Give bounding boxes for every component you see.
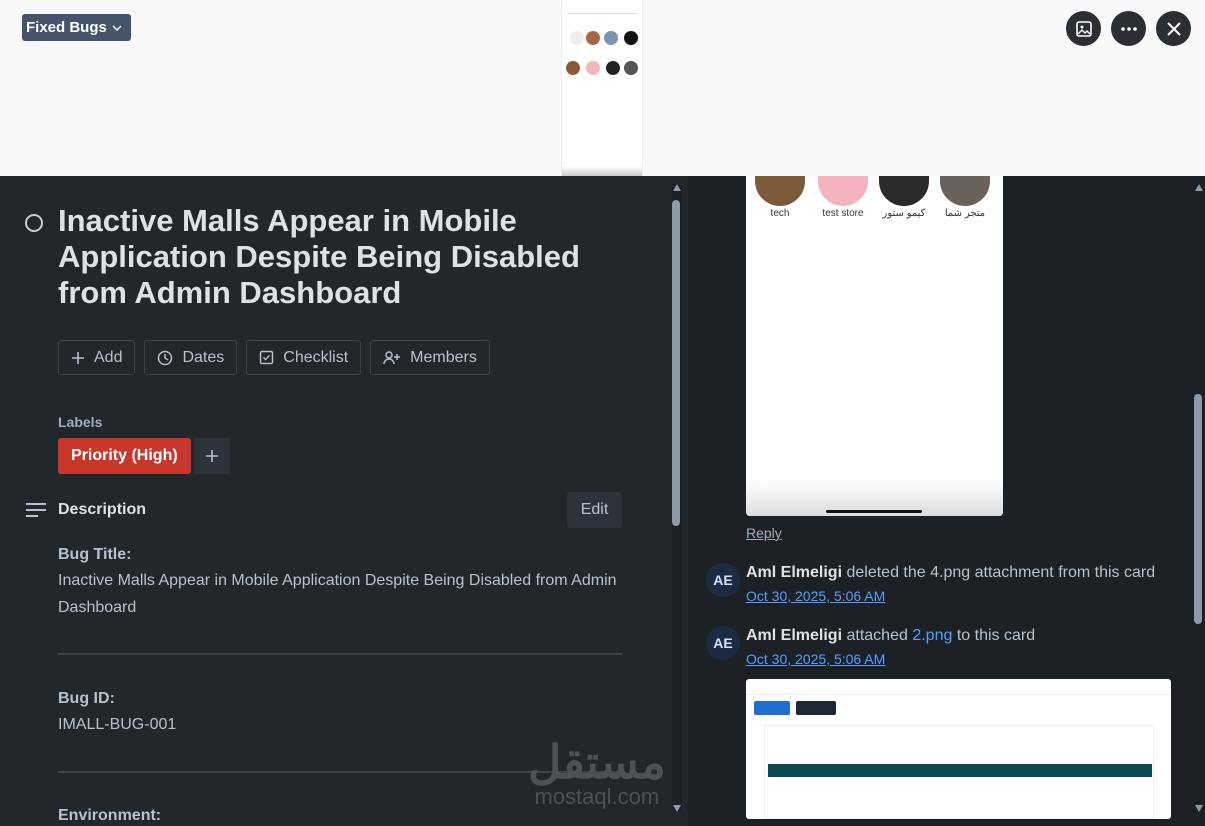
store-avatar — [940, 176, 990, 206]
add-label: Add — [94, 348, 123, 366]
watermark-arabic: مستقل — [528, 736, 666, 788]
scroll-down-arrow[interactable] — [1195, 805, 1203, 812]
store-avatar — [755, 176, 805, 206]
attachment-preview[interactable] — [746, 679, 1171, 819]
bug-id-label: Bug ID: — [58, 690, 115, 707]
watermark: مستقل mostaql.com — [528, 739, 666, 809]
environment-label: Environment: — [58, 807, 162, 824]
more-icon — [1120, 26, 1137, 31]
activity-panel: tech test store كيمو ستور متجر شما Reply… — [688, 176, 1205, 826]
activity-timestamp[interactable]: Oct 30, 2025, 5:06 AM — [746, 651, 885, 667]
activity-description: to this card — [956, 627, 1036, 644]
thumbnail-store-avatar — [586, 61, 600, 75]
thumbnail-header — [567, 4, 637, 14]
members-label: Members — [410, 348, 477, 366]
chevron-down-icon — [112, 24, 122, 31]
description-divider — [58, 653, 622, 655]
description-heading: Description — [58, 501, 147, 518]
avatar[interactable]: AE — [706, 563, 740, 597]
store-name: tech — [770, 208, 790, 219]
thumbnail-store-avatar — [604, 31, 618, 45]
list-badge[interactable]: Fixed Bugs — [22, 14, 131, 41]
thumbnail-store-avatar — [586, 31, 600, 45]
bug-title-label: Bug Title: — [58, 546, 132, 563]
card-actions: Add Dates Checklist Members — [58, 340, 490, 375]
avatar[interactable]: AE — [706, 626, 740, 660]
thumbnail-store-avatar — [624, 31, 638, 45]
scroll-down-arrow[interactable] — [673, 805, 681, 812]
more-actions-button[interactable] — [1111, 11, 1146, 46]
bug-title-value: Inactive Malls Appear in Mobile Applicat… — [58, 572, 617, 616]
thumbnail-store-avatar — [624, 61, 638, 75]
attachment-link[interactable]: 2.png — [912, 627, 952, 644]
card-cover: Fixed Bugs — [0, 0, 1205, 176]
plus-icon — [72, 351, 84, 364]
labels-heading: Labels — [58, 414, 103, 430]
phone-footer — [746, 480, 1003, 516]
phone-home-indicator — [826, 510, 922, 513]
thumbnail-store-avatar — [570, 31, 584, 45]
preview-button — [754, 701, 790, 715]
plus-icon — [206, 450, 218, 462]
watermark-latin: mostaql.com — [534, 784, 660, 809]
activity-user[interactable]: Aml Elmeligi — [746, 564, 842, 581]
details-scrollbar[interactable] — [672, 184, 682, 812]
store-item: كيمو ستور — [878, 176, 930, 219]
attachment-preview[interactable]: tech test store كيمو ستور متجر شما — [746, 176, 1003, 516]
dates-button[interactable]: Dates — [144, 340, 238, 375]
clock-icon — [158, 350, 173, 365]
add-label-button[interactable] — [194, 438, 230, 474]
store-avatar — [818, 176, 868, 206]
reply-link[interactable]: Reply — [746, 525, 782, 541]
cover-image-thumbnail[interactable] — [561, 0, 643, 176]
store-item: tech — [754, 176, 806, 219]
card-details-panel: Inactive Malls Appear in Mobile Applicat… — [0, 176, 688, 826]
image-icon — [1075, 20, 1092, 37]
scroll-thumb[interactable] — [1194, 394, 1202, 624]
preview-topbar — [746, 679, 1171, 695]
close-button[interactable] — [1156, 11, 1191, 46]
priority-label[interactable]: Priority (High) — [58, 438, 191, 474]
list-badge-label: Fixed Bugs — [26, 19, 107, 36]
activity-text: Aml Elmeligi attached 2.png to this card — [746, 627, 1035, 645]
activity-user[interactable]: Aml Elmeligi — [746, 627, 842, 644]
scroll-up-arrow[interactable] — [673, 184, 681, 191]
complete-toggle[interactable] — [25, 214, 43, 232]
store-name: test store — [822, 208, 864, 219]
scroll-up-arrow[interactable] — [1195, 184, 1203, 191]
add-member-icon — [383, 350, 401, 364]
scroll-thumb[interactable] — [672, 200, 680, 526]
preview-button — [796, 701, 836, 715]
checklist-button[interactable]: Checklist — [246, 340, 362, 375]
checklist-icon — [260, 350, 274, 365]
close-icon — [1166, 21, 1181, 36]
checklist-label: Checklist — [283, 348, 349, 366]
description-icon — [26, 503, 46, 517]
cover-image-button[interactable] — [1066, 11, 1101, 46]
edit-description-button[interactable]: Edit — [567, 492, 622, 528]
thumbnail-store-avatar — [606, 61, 620, 75]
thumbnail-store-avatar — [566, 61, 580, 75]
dates-label: Dates — [182, 348, 225, 366]
activity-description: deleted the 4.png attachment from this c… — [846, 564, 1156, 581]
preview-selected-row — [768, 764, 1152, 777]
activity-timestamp[interactable]: Oct 30, 2025, 5:06 AM — [746, 588, 885, 604]
add-button[interactable]: Add — [58, 340, 136, 375]
thumbnail-footer — [562, 166, 642, 176]
activity-scrollbar[interactable] — [1194, 184, 1204, 812]
store-item: test store — [817, 176, 869, 219]
store-avatar — [879, 176, 929, 206]
activity-description: attached — [846, 627, 908, 644]
activity-text: Aml Elmeligi deleted the 4.png attachmen… — [746, 564, 1155, 582]
store-name: متجر شما — [944, 208, 986, 219]
members-button[interactable]: Members — [370, 340, 490, 375]
card-title[interactable]: Inactive Malls Appear in Mobile Applicat… — [58, 203, 618, 311]
bug-id-value: IMALL-BUG-001 — [58, 716, 177, 733]
store-name: كيمو ستور — [882, 208, 926, 219]
store-item: متجر شما — [939, 176, 991, 219]
